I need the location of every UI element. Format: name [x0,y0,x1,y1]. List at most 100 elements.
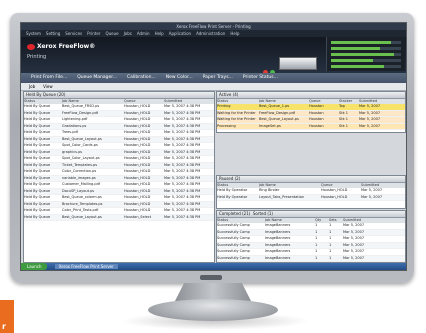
cell-name: Trees.pdf [62,130,78,134]
cell-name: Best_Queue_FRSO.ps [62,104,100,108]
cell-status: Held By Operator [217,188,248,192]
cell-submitted: Mar 5, 2007 4:38 PM [164,169,201,173]
toolbar-button[interactable]: Paper Trays... [203,75,233,80]
active-queue-rows: Printing Best_Queue_1.ps Houston Top Mar 5, … [217,104,405,130]
toolbar-button[interactable]: Calibration... [127,75,156,80]
job-view-bar: Job View [21,83,406,91]
supply-level-bar [331,53,401,56]
cell-submitted: Mar 5, 2007 4:38 PM [164,214,201,219]
toolbar-button[interactable]: Queue Manager... [77,75,117,80]
completed-queue-rows: Successfully Comp ImageBanners 1 1 Mar 5, 20… [217,223,405,262]
subtoolbar-menu[interactable]: Job [29,84,35,89]
cell-submitted: Mar 5, 2007 [359,123,381,128]
cell-queue: Houston_HOLD [124,175,151,180]
cell-queue: Houston_HOLD [124,169,151,173]
toolbar-button[interactable]: Printer Status... [243,75,278,80]
cell-qty: 1 [315,223,318,227]
cell-name: FreeFlow_Design.pdf [62,110,99,115]
tab-completed[interactable]: Completed (21) [219,211,250,216]
cell-stacker: Stk 1 [339,123,348,128]
cell-queue: Houston_HOLD [124,149,151,154]
completed-queue-panel: Completed (21) Sorted (1) Status Job Name… [216,210,406,263]
cell-qty: 1 [315,255,318,260]
cell-submitted: Mar 5, 2007 [343,249,365,253]
cell-name: Best_Queue_Layout.ps [62,136,102,141]
cell-status: Held By Queue [24,175,51,180]
cell-queue: Houston_HOLD [124,104,151,108]
table-row[interactable]: Held By Operator Layout_Tabs_Presentation… [217,194,405,201]
menu-item[interactable]: Help [155,31,164,36]
supply-level-fill [331,53,394,56]
cell-submitted: Mar 5, 2007 4:38 PM [164,175,201,180]
tab-sorted[interactable]: Sorted (1) [253,211,273,216]
cell-status: Held By Queue [24,208,51,212]
cell-name: Best_Queue_colorm.ps [62,195,102,199]
cell-status: Held By Queue [24,136,51,141]
menu-item[interactable]: Jobs [124,31,132,36]
cell-name: Customer_Mailing.pdf [62,182,101,186]
cell-status: Held By Queue [24,156,51,160]
supplies-gauge[interactable] [326,37,405,71]
screen: Xerox FreeFlow Print Server - Printing S… [20,22,407,271]
cell-status: Held By Operator [217,194,248,199]
cell-submitted: Mar 5, 2007 4:38 PM [164,188,201,193]
cell-status: Held By Queue [24,130,51,134]
cell-status: Held By Queue [24,117,51,121]
brand-trademark: ® [89,43,96,50]
cell-name: Best_Queue_1.ps [259,104,290,108]
menu-item[interactable]: Help [230,31,239,36]
cell-status: Held By Queue [24,104,51,108]
cell-name: Ring Binder [259,188,280,192]
menu-item[interactable]: Application [169,31,191,36]
cell-queue: Houston_HOLD [124,143,151,147]
supply-level-bar [331,41,401,44]
cell-status: Held By Queue [24,110,51,115]
supply-level-fill [331,65,384,68]
menu-item[interactable]: System [26,31,41,36]
cell-sets: 1 [329,236,332,240]
supply-level-bar [331,47,401,50]
page-title: Printing [27,54,47,60]
table-row[interactable]: Held By Queue Best_Queue_Layout.ps Houston… [24,214,214,221]
menu-item[interactable]: Printer [87,31,100,36]
cell-status: Successfully Comp [217,255,250,260]
cell-stacker: Top [339,104,345,108]
cell-queue: Houston_HOLD [124,110,151,115]
cell-status: Held By Queue [24,201,51,206]
cell-qty: 1 [315,236,318,240]
printer-image[interactable] [279,57,317,70]
start-button[interactable]: Launch [21,263,48,270]
cell-submitted: Mar 5, 2007 4:38 PM [164,117,201,121]
cell-name: ImageBanners [265,229,291,234]
paused-queue-rows: Held By Operator Ring Binder Houston_HOLD M… [217,188,405,201]
cell-name: Ticket_Templates.ps [62,162,98,167]
cell-submitted: Mar 5, 2007 4:38 PM [164,201,201,206]
cell-status: Successfully Comp [217,229,250,234]
cell-submitted: Mar 5, 2007 [361,194,383,199]
toolbar: Print From File... Queue Manager... Calibr… [21,73,406,83]
cell-queue: Houston_HOLD [124,123,151,128]
cell-submitted: Mar 5, 2007 4:38 PM [164,208,201,212]
cell-qty: 1 [315,242,318,247]
subtoolbar-menu[interactable]: View [43,84,53,89]
cell-name: variable_images.ps [62,175,96,180]
menu-item[interactable]: Queue [105,31,118,36]
table-row[interactable]: Processing ImageSet.ps Houston Stk 1 Mar 5, … [217,123,405,130]
cell-status: Successfully Comp [217,236,250,240]
menu-item[interactable]: Services [65,31,82,36]
orange-corner-tab: r [0,300,14,333]
cell-name: FreeFlow_Design.pdf [259,110,296,115]
cell-queue: Houston_HOLD [124,162,151,167]
menu-item[interactable]: Admin [137,31,150,36]
cell-status: Held By Queue [24,162,51,167]
toolbar-button[interactable]: New Color... [166,75,193,80]
menu-item[interactable]: Setting [46,31,60,36]
taskbar-task[interactable]: Xerox FreeFlow Print Server [54,264,118,269]
menu-item[interactable]: Administration [196,31,225,36]
cell-queue: Houston [309,110,324,115]
cell-queue: Houston_HOLD [124,117,151,121]
cell-queue: Houston_Select [124,214,152,219]
completed-queue-tabs: Completed (21) Sorted (1) [217,211,405,218]
cell-submitted: Mar 5, 2007 [343,242,365,247]
toolbar-button[interactable]: Print From File... [31,75,67,80]
